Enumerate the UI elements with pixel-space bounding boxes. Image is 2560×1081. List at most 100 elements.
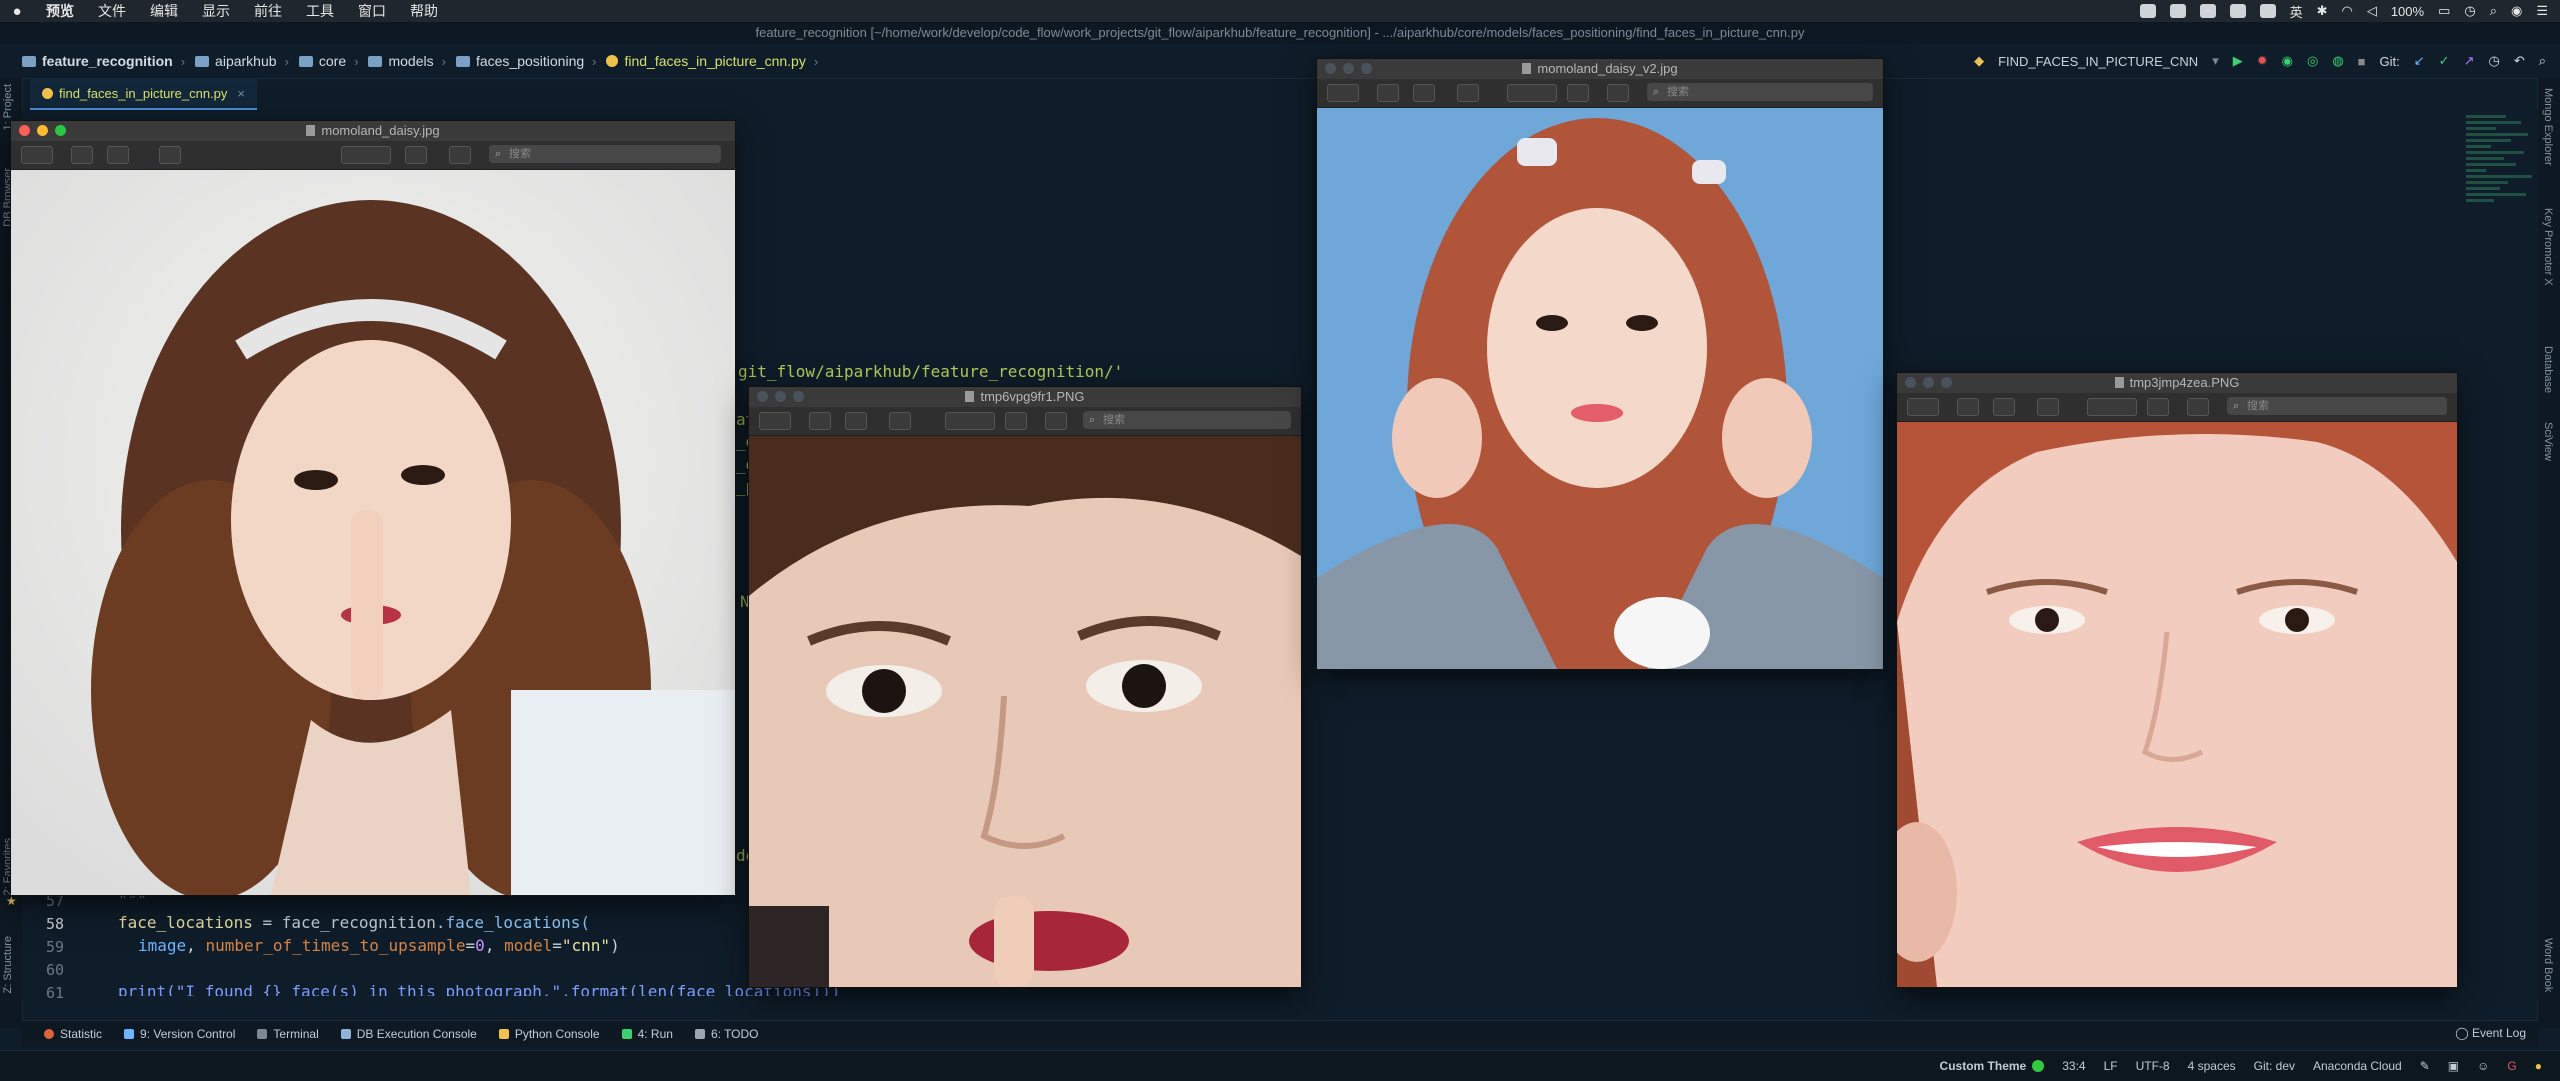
zoom-out-icon[interactable] bbox=[1957, 398, 1979, 416]
preview-window-crop-1[interactable]: tmp6vpg9fr1.PNG 搜索 bbox=[748, 386, 1302, 988]
tool-structure[interactable]: Z: Structure bbox=[2, 936, 14, 993]
status-app-icon[interactable] bbox=[2139, 4, 2156, 18]
input-method-indicator[interactable]: 英 bbox=[2290, 2, 2303, 21]
minimize-button[interactable] bbox=[1923, 377, 1934, 388]
close-button[interactable] bbox=[757, 391, 768, 402]
tool-sciview[interactable]: SciView bbox=[2542, 422, 2554, 461]
menu-help[interactable]: 帮助 bbox=[398, 1, 450, 21]
markup-pen-icon[interactable] bbox=[1507, 84, 1557, 102]
git-branch[interactable]: Git: dev bbox=[2254, 1059, 2295, 1073]
rotate-icon[interactable] bbox=[405, 146, 427, 164]
run-config-select[interactable]: FIND_FACES_IN_PICTURE_CNN bbox=[1998, 54, 2198, 69]
minimize-button[interactable] bbox=[775, 391, 786, 402]
notifications-icon[interactable]: ● bbox=[2535, 1059, 2542, 1073]
file-encoding[interactable]: UTF-8 bbox=[2136, 1059, 2170, 1073]
preview-title-bar[interactable]: momoland_daisy.jpg bbox=[11, 121, 735, 141]
bookmark-star-icon[interactable]: ★ bbox=[6, 894, 17, 908]
close-button[interactable] bbox=[19, 125, 30, 136]
search-icon[interactable]: ⌕ bbox=[2539, 53, 2546, 69]
zoom-button[interactable] bbox=[1941, 377, 1952, 388]
share-icon[interactable] bbox=[2037, 398, 2059, 416]
status-app-icon[interactable] bbox=[2199, 4, 2216, 18]
history-icon[interactable]: ◷ bbox=[2488, 53, 2499, 69]
clock-icon[interactable]: ◷ bbox=[2464, 3, 2475, 19]
menu-file[interactable]: 文件 bbox=[86, 1, 138, 21]
siri-icon[interactable]: ◉ bbox=[2511, 3, 2522, 19]
rotate-icon[interactable] bbox=[2147, 398, 2169, 416]
tab-find-faces[interactable]: find_faces_in_picture_cnn.py × bbox=[30, 78, 257, 110]
menu-go[interactable]: 前往 bbox=[242, 1, 294, 21]
share-icon[interactable] bbox=[889, 412, 911, 430]
breadcrumb-core[interactable]: core bbox=[298, 53, 346, 69]
run-icon[interactable]: ▶ bbox=[2233, 53, 2243, 69]
tool-word-book[interactable]: Word Book bbox=[2542, 938, 2554, 992]
indent-setting[interactable]: 4 spaces bbox=[2188, 1059, 2236, 1073]
chevron-down-icon[interactable]: ▾ bbox=[2212, 53, 2219, 69]
google-icon[interactable]: G bbox=[2507, 1059, 2516, 1073]
coverage-icon[interactable]: ◉ bbox=[2282, 53, 2293, 69]
zoom-out-icon[interactable] bbox=[71, 146, 93, 164]
markup-toolbar-icon[interactable] bbox=[2187, 398, 2209, 416]
anaconda-cloud[interactable]: Anaconda Cloud bbox=[2313, 1059, 2402, 1073]
tool-tab-version-control[interactable]: 9: Version Control bbox=[124, 1027, 235, 1041]
zoom-button[interactable] bbox=[1361, 63, 1372, 74]
search-field[interactable]: 搜索 bbox=[2227, 397, 2447, 415]
share-icon[interactable] bbox=[1457, 84, 1479, 102]
zoom-in-icon[interactable] bbox=[1993, 398, 2015, 416]
breadcrumb-faces-positioning[interactable]: faces_positioning bbox=[455, 53, 584, 69]
rotate-icon[interactable] bbox=[1567, 84, 1589, 102]
share-icon[interactable] bbox=[159, 146, 181, 164]
rotate-icon[interactable] bbox=[1005, 412, 1027, 430]
zoom-out-icon[interactable] bbox=[1377, 84, 1399, 102]
tool-tab-run[interactable]: 4: Run bbox=[621, 1027, 673, 1041]
search-field[interactable]: 搜索 bbox=[1083, 411, 1291, 429]
tool-mongo-explorer[interactable]: Mongo Explorer bbox=[2542, 88, 2554, 166]
sidebar-toggle-icon[interactable] bbox=[1907, 398, 1939, 416]
apple-menu-icon[interactable]: ● bbox=[0, 3, 34, 20]
line-separator[interactable]: LF bbox=[2104, 1059, 2118, 1073]
search-field[interactable]: 搜索 bbox=[1647, 83, 1873, 101]
status-app-icon[interactable] bbox=[2169, 4, 2186, 18]
breadcrumb-aiparkhub[interactable]: aiparkhub bbox=[195, 53, 277, 69]
cursor-position[interactable]: 33:4 bbox=[2062, 1059, 2085, 1073]
battery-icon[interactable]: ▭ bbox=[2438, 3, 2450, 19]
tool-tab-terminal[interactable]: Terminal bbox=[257, 1027, 319, 1041]
markup-toolbar-icon[interactable] bbox=[449, 146, 471, 164]
git-push-icon[interactable]: ↗ bbox=[2464, 53, 2475, 69]
zoom-button[interactable] bbox=[55, 125, 66, 136]
bluetooth-icon[interactable]: ✱ bbox=[2317, 3, 2328, 19]
sidebar-toggle-icon[interactable] bbox=[759, 412, 791, 430]
tool-tab-todo[interactable]: 6: TODO bbox=[694, 1027, 759, 1041]
tool-key-promoter[interactable]: Key Promoter X bbox=[2542, 208, 2554, 286]
breadcrumb-models[interactable]: models bbox=[368, 53, 434, 69]
preview-title-bar[interactable]: momoland_daisy_v2.jpg bbox=[1317, 59, 1883, 79]
markup-toolbar-icon[interactable] bbox=[1607, 84, 1629, 102]
volume-icon[interactable]: ◁ bbox=[2367, 3, 2377, 19]
status-app-icon[interactable] bbox=[2259, 4, 2276, 18]
menu-edit[interactable]: 编辑 bbox=[138, 1, 190, 21]
breadcrumb-project[interactable]: feature_recognition bbox=[22, 53, 173, 69]
preview-window-daisy[interactable]: momoland_daisy.jpg 搜索 bbox=[10, 120, 736, 896]
lock-icon[interactable]: ▣ bbox=[2448, 1059, 2459, 1073]
stop-icon[interactable]: ■ bbox=[2358, 54, 2366, 69]
app-menu[interactable]: 预览 bbox=[34, 1, 86, 21]
markup-toolbar-icon[interactable] bbox=[1045, 412, 1067, 430]
menu-window[interactable]: 窗口 bbox=[346, 1, 398, 21]
close-button[interactable] bbox=[1325, 63, 1336, 74]
markup-pen-icon[interactable] bbox=[2087, 398, 2137, 416]
inspector-icon[interactable]: ☺ bbox=[2477, 1059, 2489, 1073]
tool-tab-statistic[interactable]: Statistic bbox=[44, 1027, 102, 1041]
menu-tools[interactable]: 工具 bbox=[294, 1, 346, 21]
status-app-icon[interactable] bbox=[2229, 4, 2246, 18]
git-commit-icon[interactable]: ✓ bbox=[2439, 53, 2450, 69]
preview-title-bar[interactable]: tmp3jmp4zea.PNG bbox=[1897, 373, 2457, 393]
zoom-in-icon[interactable] bbox=[845, 412, 867, 430]
preview-window-crop-2[interactable]: tmp3jmp4zea.PNG 搜索 bbox=[1896, 372, 2458, 988]
concurrency-icon[interactable]: ◍ bbox=[2332, 53, 2343, 69]
tool-tab-db-console[interactable]: DB Execution Console bbox=[340, 1027, 477, 1041]
minimize-button[interactable] bbox=[1343, 63, 1354, 74]
markup-pen-icon[interactable] bbox=[341, 146, 391, 164]
zoom-in-icon[interactable] bbox=[1413, 84, 1435, 102]
git-update-icon[interactable]: ↙ bbox=[2414, 53, 2425, 69]
close-button[interactable] bbox=[1905, 377, 1916, 388]
